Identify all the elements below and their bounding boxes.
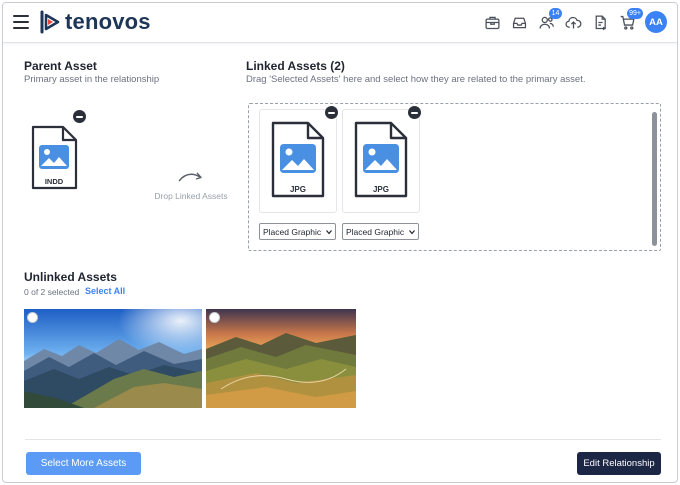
app-window: tenovos 14 99+ AA Parent Asset Primary a… xyxy=(2,2,678,483)
mountain-valley-image xyxy=(24,309,202,408)
logo-mark-icon xyxy=(40,10,60,34)
selection-count: 0 of 2 selected xyxy=(24,287,80,297)
linked-assets-dropzone[interactable]: JPG JPG Placed Graphic Placed Graphic xyxy=(248,103,661,251)
briefcase-icon[interactable] xyxy=(483,13,501,31)
notifications-badge: 14 xyxy=(549,8,562,19)
remove-linked-asset-button[interactable] xyxy=(325,106,338,119)
file-type-label: INDD xyxy=(44,177,64,186)
top-bar: tenovos 14 99+ AA xyxy=(3,3,677,43)
relation-type-select[interactable]: Placed Graphic xyxy=(342,223,419,240)
unlinked-asset-thumbnail[interactable] xyxy=(24,309,202,408)
linked-assets-subtitle: Drag 'Selected Assets' here and select h… xyxy=(246,74,586,85)
footer-divider xyxy=(25,439,661,440)
relation-type-value: Placed Graphic xyxy=(346,226,405,237)
relation-type-value: Placed Graphic xyxy=(263,226,322,237)
remove-linked-asset-button[interactable] xyxy=(408,106,421,119)
document-export-icon[interactable] xyxy=(591,13,609,31)
brand-name: tenovos xyxy=(65,9,151,34)
user-avatar[interactable]: AA xyxy=(645,11,667,33)
menu-icon[interactable] xyxy=(13,15,29,29)
curved-arrow-icon xyxy=(178,172,202,182)
upload-icon[interactable] xyxy=(564,13,582,31)
cart-icon[interactable]: 99+ xyxy=(618,8,643,31)
parent-asset-title: Parent Asset xyxy=(24,59,97,73)
unlinked-assets-title: Unlinked Assets xyxy=(24,270,117,284)
cart-badge: 99+ xyxy=(627,8,643,19)
drop-linked-assets-hint: Drop Linked Assets xyxy=(151,168,231,204)
parent-file-indd[interactable]: INDD xyxy=(30,125,78,191)
linked-asset-card[interactable]: JPG xyxy=(342,109,420,213)
relation-type-select[interactable]: Placed Graphic xyxy=(259,223,336,240)
edit-relationship-button[interactable]: Edit Relationship xyxy=(577,452,661,475)
select-more-assets-button[interactable]: Select More Assets xyxy=(26,452,141,475)
unlinked-asset-thumbnail[interactable] xyxy=(206,309,356,408)
inbox-icon[interactable] xyxy=(510,13,528,31)
select-all-link[interactable]: Select All xyxy=(85,286,125,296)
chevron-down-icon xyxy=(409,230,415,235)
drop-hint-label: Drop Linked Assets xyxy=(154,191,228,201)
linked-assets-title: Linked Assets (2) xyxy=(246,59,345,73)
chevron-down-icon xyxy=(326,230,332,235)
linked-asset-card[interactable]: JPG xyxy=(259,109,337,213)
dropzone-scrollbar[interactable] xyxy=(652,112,657,246)
brand-logo[interactable]: tenovos xyxy=(39,10,151,34)
file-type-label: JPG xyxy=(289,185,306,194)
sunset-hills-image xyxy=(206,309,356,408)
select-asset-radio[interactable] xyxy=(209,312,220,323)
users-icon[interactable]: 14 xyxy=(537,8,562,31)
header-actions: 14 99+ AA xyxy=(483,8,667,33)
parent-asset-subtitle: Primary asset in the relationship xyxy=(24,74,160,85)
file-type-label: JPG xyxy=(372,185,389,194)
remove-parent-button[interactable] xyxy=(73,110,86,123)
select-asset-radio[interactable] xyxy=(27,312,38,323)
